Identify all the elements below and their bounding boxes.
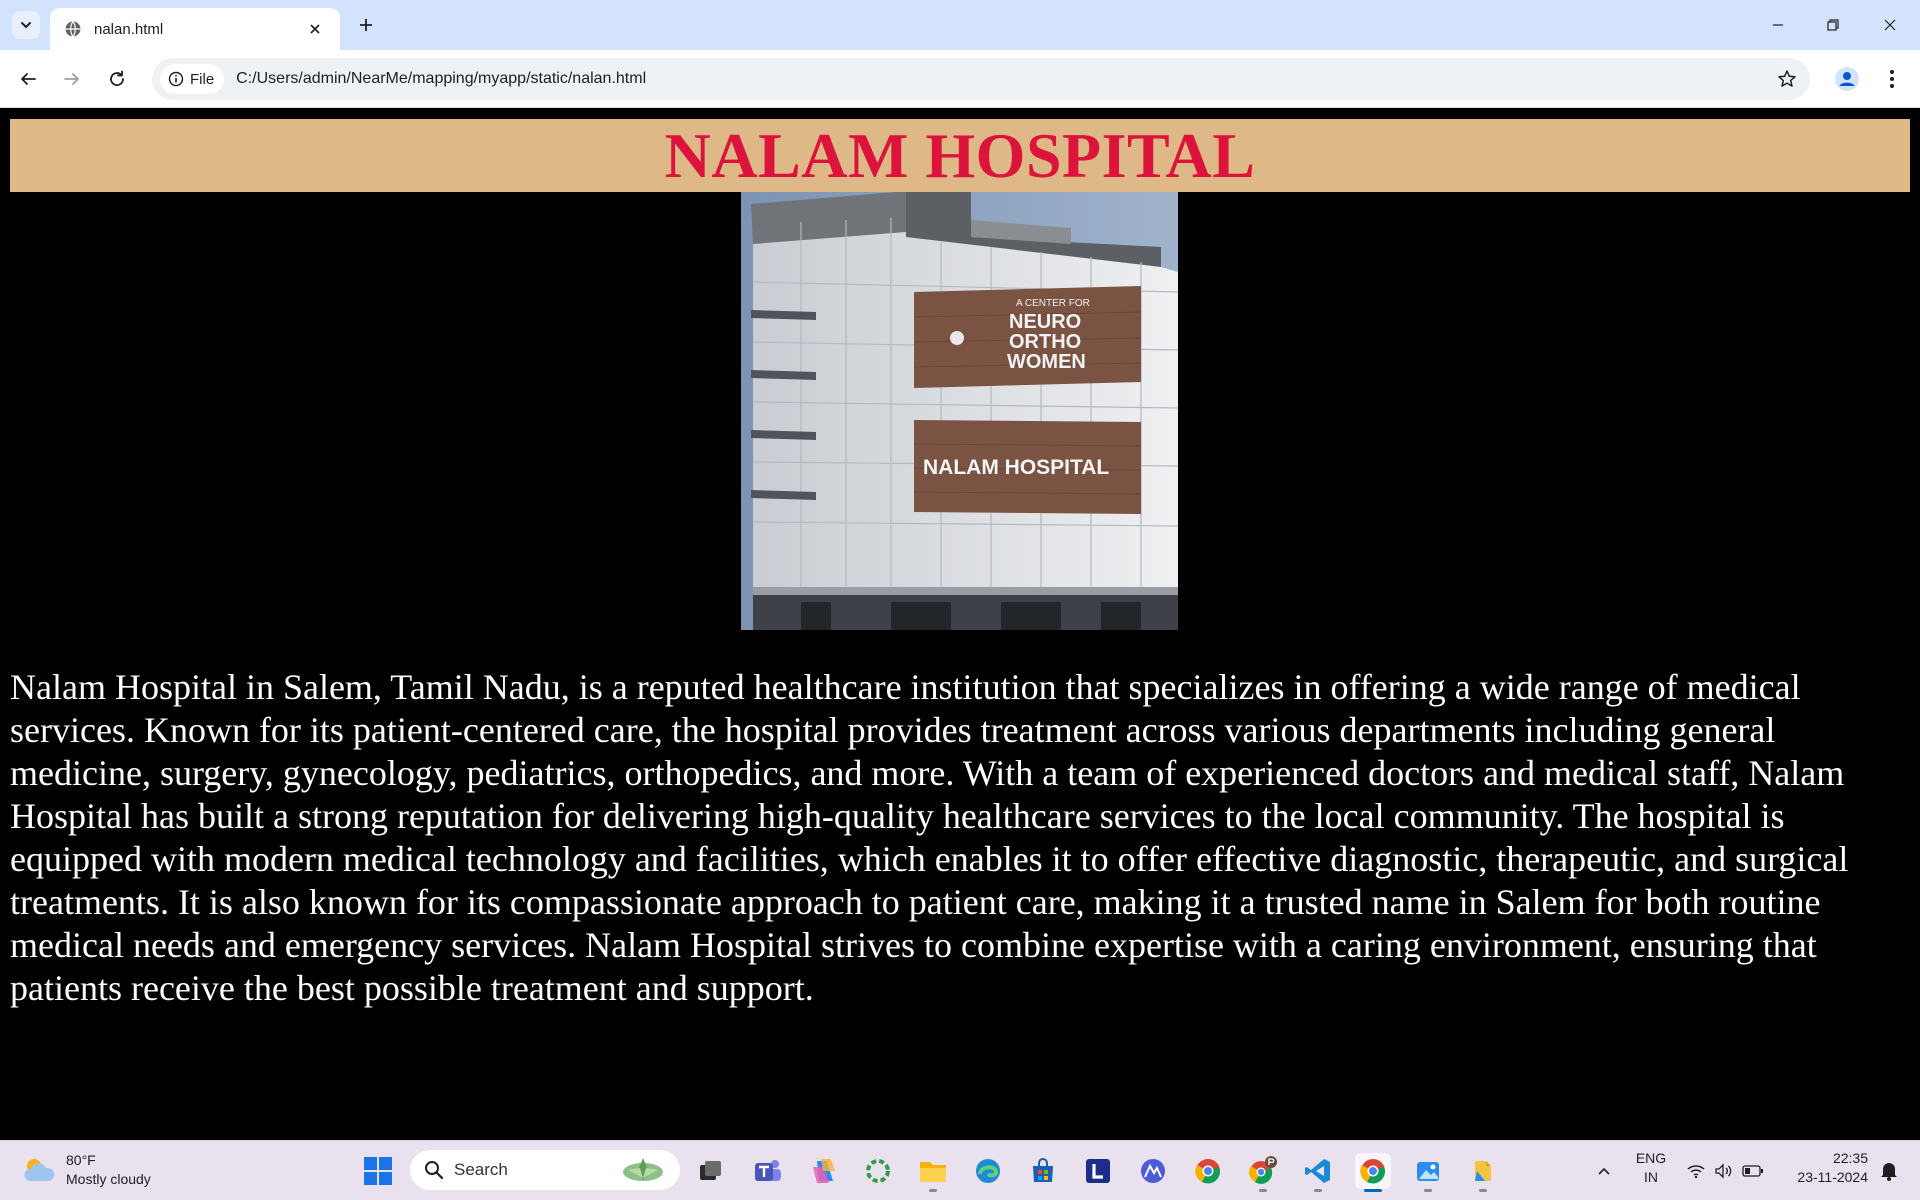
clock-time: 22:35 — [1832, 1150, 1868, 1166]
teams-icon — [755, 1160, 781, 1181]
close-window-button[interactable] — [1870, 5, 1910, 45]
forward-arrow-icon — [64, 73, 79, 85]
file-chip-label: File — [190, 70, 215, 88]
volume-icon — [1715, 1163, 1732, 1179]
plus-icon — [360, 19, 372, 31]
browser-tab-active[interactable]: nalan.html — [50, 8, 340, 50]
chevron-up-icon — [1598, 1167, 1610, 1175]
windows-start-icon — [364, 1157, 392, 1185]
globe-icon — [64, 20, 82, 38]
search-highlight-icon — [623, 1158, 663, 1181]
lang-line1: ENG — [1635, 1150, 1667, 1166]
taskbar-search[interactable]: Search — [410, 1150, 680, 1190]
weather-condition: Mostly cloudy — [66, 1171, 151, 1187]
forward-button[interactable] — [54, 61, 90, 97]
chrome-icon — [1195, 1159, 1220, 1184]
taskbar-chrome-active[interactable] — [1355, 1153, 1391, 1192]
page-title: NALAM HOSPITAL — [664, 119, 1256, 191]
browser-tabstrip: nalan.html — [0, 0, 1920, 50]
peak-app-icon — [1141, 1159, 1165, 1183]
chrome-icon — [1360, 1159, 1385, 1184]
close-icon — [310, 24, 320, 34]
taskbar-app-l[interactable] — [1080, 1153, 1116, 1189]
taskbar-file-explorer[interactable] — [915, 1153, 951, 1192]
start-button[interactable] — [362, 1155, 394, 1187]
weather-cloud-icon — [24, 1159, 55, 1181]
store-icon — [1033, 1158, 1053, 1182]
hospital-description: Nalam Hospital in Salem, Tamil Nadu, is … — [10, 667, 1849, 1008]
browser-toolbar: File C:/Users/admin/NearMe/mapping/myapp… — [0, 50, 1920, 108]
windows-taskbar: 80°F Mostly cloudy Search ENG IN 22:35 2… — [0, 1140, 1920, 1200]
taskbar-app-peak[interactable] — [1135, 1153, 1171, 1189]
taskbar-store[interactable] — [1025, 1153, 1061, 1189]
reload-button[interactable] — [99, 61, 135, 97]
svg-text:NEURO: NEURO — [1009, 311, 1081, 333]
tab-search-button[interactable] — [12, 11, 40, 39]
hospital-building-photo: A CENTER FOR NEURO ORTHO WOMEN NALAM HOS… — [741, 192, 1178, 630]
site-info-chip[interactable]: File — [160, 64, 225, 94]
show-hidden-icons-button[interactable] — [1592, 1157, 1616, 1185]
address-bar[interactable]: File C:/Users/admin/NearMe/mapping/myapp… — [152, 58, 1810, 100]
restore-icon — [1827, 19, 1839, 31]
close-icon — [1884, 19, 1896, 31]
new-tab-button[interactable] — [352, 11, 380, 39]
ring-app-icon — [866, 1159, 890, 1183]
copilot-icon — [813, 1159, 835, 1183]
svg-text:NALAM HOSPITAL: NALAM HOSPITAL — [923, 456, 1109, 479]
lang-line2: IN — [1644, 1169, 1658, 1185]
profile-button[interactable] — [1829, 61, 1865, 97]
taskbar-edge[interactable] — [970, 1153, 1006, 1189]
taskbar-pdf-app[interactable] — [1465, 1153, 1501, 1192]
reload-icon — [110, 70, 124, 86]
tab-title: nalan.html — [94, 20, 164, 38]
svg-text:A CENTER FOR: A CENTER FOR — [1016, 298, 1090, 309]
battery-icon — [1742, 1165, 1763, 1177]
url-text[interactable]: C:/Users/admin/NearMe/mapping/myapp/stat… — [236, 70, 1772, 88]
svg-text:WOMEN: WOMEN — [1007, 351, 1086, 373]
kebab-menu-icon — [1890, 70, 1894, 88]
wifi-icon — [1687, 1165, 1705, 1179]
bookmark-star-button[interactable] — [1772, 64, 1802, 94]
minimize-button[interactable] — [1758, 5, 1798, 45]
browser-menu-button[interactable] — [1874, 61, 1910, 97]
clock-date: 23-11-2024 — [1797, 1169, 1868, 1185]
language-indicator[interactable]: ENG IN — [1628, 1149, 1674, 1187]
search-icon — [425, 1161, 444, 1180]
minimize-icon — [1773, 24, 1783, 26]
edge-icon — [976, 1159, 1000, 1183]
notification-bell-icon — [1881, 1163, 1897, 1181]
taskbar-app-ring[interactable] — [860, 1153, 896, 1189]
vscode-icon — [1305, 1159, 1330, 1183]
weather-widget[interactable]: 80°F Mostly cloudy — [22, 1151, 151, 1189]
folder-icon — [920, 1162, 946, 1182]
svg-text:ORTHO: ORTHO — [1009, 331, 1081, 353]
taskbar-copilot[interactable] — [805, 1153, 841, 1189]
quick-settings-button[interactable] — [1684, 1157, 1766, 1185]
taskbar-chrome-profile[interactable] — [1245, 1153, 1281, 1192]
taskbar-task-view[interactable] — [692, 1153, 728, 1189]
taskbar-chrome[interactable] — [1190, 1153, 1226, 1189]
task-view-icon — [700, 1161, 721, 1180]
page-header: NALAM HOSPITAL — [10, 119, 1910, 192]
profile-icon — [1835, 67, 1859, 91]
restore-button[interactable] — [1813, 5, 1853, 45]
taskbar-teams[interactable] — [750, 1153, 786, 1189]
document-app-icon — [1475, 1161, 1491, 1181]
back-arrow-icon — [21, 73, 36, 85]
chevron-down-icon — [21, 22, 31, 29]
l-app-icon — [1086, 1159, 1110, 1183]
chrome-profile-icon — [1249, 1156, 1277, 1184]
taskbar-vscode[interactable] — [1300, 1153, 1336, 1192]
close-tab-button[interactable] — [304, 18, 326, 40]
taskbar-photos[interactable] — [1410, 1153, 1446, 1192]
weather-temp: 80°F — [66, 1152, 96, 1168]
search-label: Search — [454, 1160, 508, 1179]
clock[interactable]: 22:35 23-11-2024 — [1778, 1149, 1868, 1187]
info-icon — [168, 71, 184, 87]
star-icon — [1778, 70, 1796, 87]
page-viewport: NALAM HOSPITAL A CENTER FOR NEURO ORTHO … — [0, 108, 1920, 1140]
photos-icon — [1417, 1162, 1439, 1181]
notifications-button[interactable] — [1874, 1157, 1904, 1185]
back-button[interactable] — [10, 61, 46, 97]
